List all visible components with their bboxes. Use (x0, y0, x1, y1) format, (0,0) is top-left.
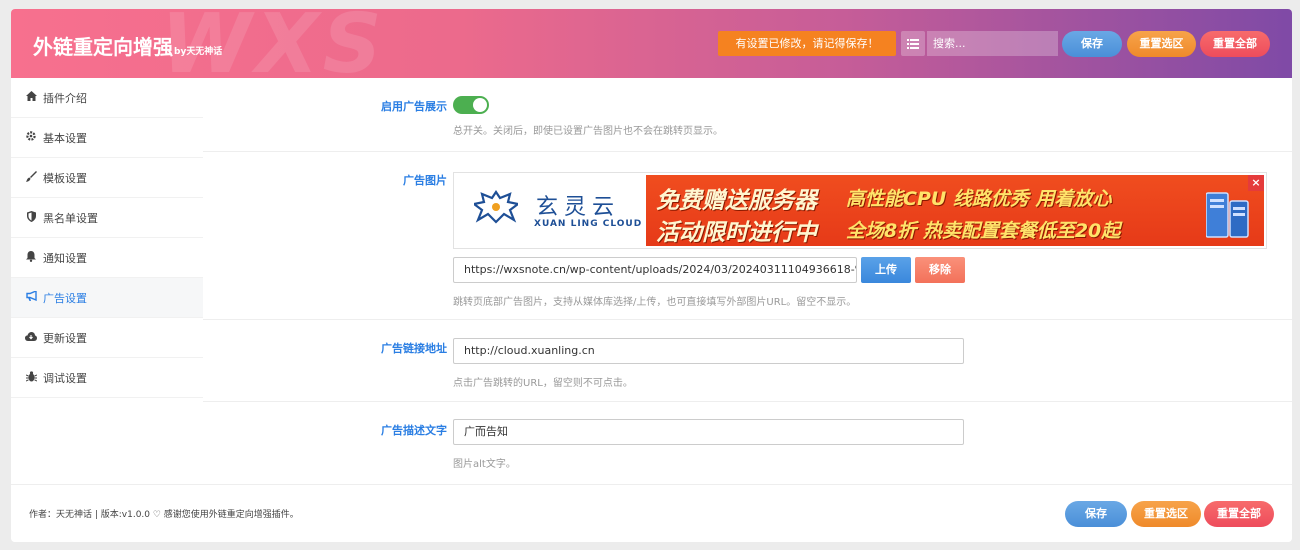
settings-panel: WXS 外链重定向增强by天无神话 有设置已修改，请记得保存！ 保存 重置选区 … (11, 9, 1292, 542)
cloud-download-icon (25, 331, 37, 344)
sidebar-item-intro[interactable]: 插件介绍 (11, 78, 203, 118)
sidebar-item-basic[interactable]: 基本设置 (11, 118, 203, 158)
sidebar-item-label: 基本设置 (43, 131, 87, 145)
setting-label: 广告链接地址 (381, 342, 447, 355)
sidebar-item-label: 黑名单设置 (43, 211, 98, 225)
home-icon (25, 91, 37, 104)
setting-row-ad-image: 广告图片 玄灵云 XUAN LING CLOUD 免费赠送服务器 高性能CPU … (203, 152, 1292, 320)
upload-button[interactable]: 上传 (861, 257, 911, 283)
unsaved-notice: 有设置已修改，请记得保存！ (718, 31, 896, 56)
setting-desc: 点击广告跳转的URL，留空则不可点击。 (453, 378, 633, 389)
sidebar-item-label: 模板设置 (43, 171, 87, 185)
settings-content: 启用广告展示 总开关。关闭后，即使已设置广告图片也不会在跳转页显示。 广告图片 … (203, 78, 1292, 484)
banner-headline-1: 免费赠送服务器 (656, 188, 817, 214)
banner-subline-2: 全场8折 热卖配置套餐低至20起 (846, 220, 1121, 242)
setting-desc: 总开关。关闭后，即使已设置广告图片也不会在跳转页显示。 (453, 126, 723, 137)
toggle-knob (473, 98, 487, 112)
gear-icon (25, 131, 37, 144)
banner-subline-1: 高性能CPU 线路优秀 用着放心 (846, 188, 1112, 210)
sidebar-item-label: 广告设置 (43, 291, 87, 305)
bat-logo-icon (474, 190, 518, 224)
setting-row-enable-ad: 启用广告展示 总开关。关闭后，即使已设置广告图片也不会在跳转页显示。 (203, 78, 1292, 152)
header-reset-all-button[interactable]: 重置全部 (1200, 31, 1270, 57)
sidebar-item-label: 插件介绍 (43, 91, 87, 105)
setting-desc: 图片alt文字。 (453, 459, 516, 470)
setting-label: 启用广告展示 (381, 100, 447, 113)
footer-credits: 作者：天无神话 | 版本:v1.0.0 ♡ 感谢您使用外链重定向增强插件。 (29, 510, 299, 520)
sidebar-item-label: 更新设置 (43, 331, 87, 345)
remove-button[interactable]: 移除 (915, 257, 965, 283)
sidebar-nav: 插件介绍 基本设置 模板设置 黑名单设置 通知设置 广告设置 更新设置 调试设置 (11, 78, 203, 484)
footer-bar: 作者：天无神话 | 版本:v1.0.0 ♡ 感谢您使用外链重定向增强插件。 保存… (11, 484, 1292, 542)
banner-logo-en: XUAN LING CLOUD (534, 219, 643, 229)
ad-image-preview: 玄灵云 XUAN LING CLOUD 免费赠送服务器 高性能CPU 线路优秀 … (453, 172, 1267, 249)
list-icon (907, 38, 919, 49)
sidebar-item-debug[interactable]: 调试设置 (11, 358, 203, 398)
banner-headline-2: 活动限时进行中 (656, 220, 817, 246)
sidebar-item-label: 调试设置 (43, 371, 87, 385)
header-save-button[interactable]: 保存 (1062, 31, 1122, 57)
bug-icon (25, 370, 37, 385)
sidebar-item-ads[interactable]: 广告设置 (11, 278, 203, 318)
server-icon (1206, 192, 1249, 238)
setting-label: 广告描述文字 (381, 424, 447, 437)
ad-link-field[interactable]: http://cloud.xuanling.cn (453, 338, 964, 364)
app-title-by: by天无神话 (174, 47, 223, 57)
setting-row-ad-alt: 广告描述文字 广而告知 图片alt文字。 (203, 402, 1292, 484)
app-title: 外链重定向增强by天无神话 (33, 31, 222, 60)
footer-reset-section-button[interactable]: 重置选区 (1131, 501, 1201, 527)
setting-label: 广告图片 (403, 174, 447, 187)
header-reset-section-button[interactable]: 重置选区 (1127, 31, 1196, 57)
sidebar-item-label: 通知设置 (43, 251, 87, 265)
footer-save-button[interactable]: 保存 (1065, 501, 1127, 527)
search-toggle-button[interactable] (901, 31, 925, 56)
ad-alt-field[interactable]: 广而告知 (453, 419, 964, 445)
bell-icon (25, 250, 37, 265)
enable-ad-toggle[interactable] (453, 96, 489, 114)
setting-row-ad-link: 广告链接地址 http://cloud.xuanling.cn 点击广告跳转的U… (203, 320, 1292, 402)
ad-banner-image: 玄灵云 XUAN LING CLOUD 免费赠送服务器 高性能CPU 线路优秀 … (456, 175, 1264, 246)
ad-image-url-field[interactable]: https://wxsnote.cn/wp-content/uploads/20… (453, 257, 857, 283)
sidebar-item-update[interactable]: 更新设置 (11, 318, 203, 358)
brush-icon (25, 170, 37, 185)
shield-icon (25, 210, 37, 225)
header-bar: WXS 外链重定向增强by天无神话 有设置已修改，请记得保存！ 保存 重置选区 … (11, 9, 1292, 92)
sidebar-item-notify[interactable]: 通知设置 (11, 238, 203, 278)
setting-desc: 跳转页底部广告图片，支持从媒体库选择/上传，也可直接填写外部图片URL。留空不显… (453, 297, 857, 308)
banner-logo-cn: 玄灵云 (536, 195, 621, 220)
sidebar-item-template[interactable]: 模板设置 (11, 158, 203, 198)
bullhorn-icon (25, 289, 37, 304)
app-title-text: 外链重定向增强 (33, 35, 173, 59)
footer-reset-all-button[interactable]: 重置全部 (1204, 501, 1274, 527)
search-input[interactable] (927, 31, 1058, 56)
banner-logo: 玄灵云 XUAN LING CLOUD (456, 175, 646, 246)
sidebar-item-blacklist[interactable]: 黑名单设置 (11, 198, 203, 238)
banner-close-icon[interactable]: × (1248, 175, 1264, 191)
